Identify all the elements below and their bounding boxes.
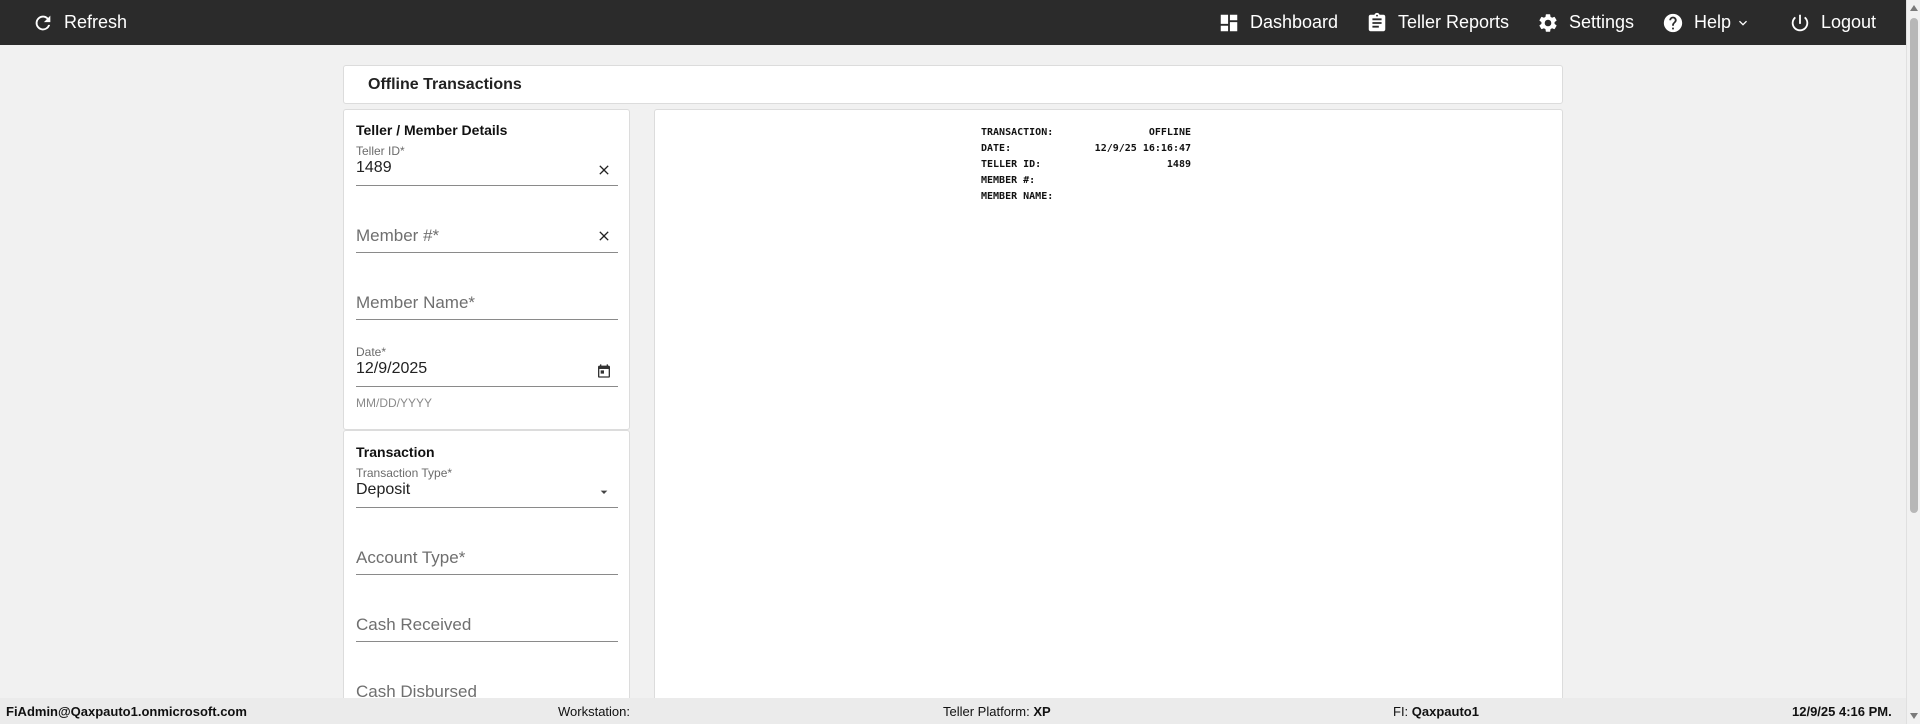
member-number-placeholder[interactable]: Member #* xyxy=(356,226,439,246)
logout-button[interactable]: Logout xyxy=(1789,0,1876,45)
teller-id-value[interactable]: 1489 xyxy=(356,159,392,177)
cash-received-placeholder[interactable]: Cash Received xyxy=(356,615,471,635)
receipt-label: MEMBER NAME: xyxy=(981,191,1054,202)
transaction-section-title: Transaction xyxy=(356,444,435,460)
member-number-field[interactable]: Member #* xyxy=(356,211,618,253)
logout-label: Logout xyxy=(1821,12,1877,32)
dashboard-label: Dashboard xyxy=(1250,12,1339,32)
account-type-select[interactable]: Account Type* xyxy=(356,533,618,575)
date-format-hint: MM/DD/YYYY xyxy=(356,396,433,410)
member-name-field[interactable]: Member Name* xyxy=(356,278,618,320)
teller-platform-info: Teller Platform: XP xyxy=(943,704,1051,719)
help-circle-icon xyxy=(1663,13,1683,32)
refresh-icon xyxy=(35,15,51,30)
chevron-down-icon xyxy=(1739,20,1748,26)
receipt-row: TRANSACTION: OFFLINE xyxy=(981,125,1191,141)
page-title-card: Offline Transactions xyxy=(343,65,1563,104)
receipt-row: DATE: 12/9/25 16:16:47 xyxy=(981,141,1191,157)
top-navigation-bar: Refresh Dashboard Teller Reports Setting… xyxy=(0,0,1920,45)
dropdown-arrow-icon[interactable] xyxy=(596,484,612,500)
scrollbar-thumb[interactable] xyxy=(1910,18,1918,513)
receipt-label: MEMBER #: xyxy=(981,175,1036,186)
date-label: Date* xyxy=(356,345,387,359)
cash-received-field[interactable]: Cash Received xyxy=(356,600,618,642)
clear-icon[interactable] xyxy=(596,228,612,244)
dashboard-icon xyxy=(1220,14,1238,31)
calendar-icon[interactable] xyxy=(596,363,612,379)
scroll-down-arrow-icon[interactable] xyxy=(1910,713,1918,719)
help-menu[interactable]: Help xyxy=(1662,0,1751,45)
receipt-label: TRANSACTION: xyxy=(981,127,1054,138)
receipt-value: OFFLINE xyxy=(1148,127,1191,138)
transaction-type-label: Transaction Type* xyxy=(356,466,453,480)
member-name-placeholder[interactable]: Member Name* xyxy=(356,293,475,313)
page-title: Offline Transactions xyxy=(368,76,522,93)
current-datetime: 12/9/25 4:16 PM. xyxy=(1792,704,1892,719)
teller-reports-label: Teller Reports xyxy=(1398,12,1510,32)
workstation-info: Workstation: xyxy=(558,704,631,719)
teller-id-label: Teller ID* xyxy=(356,144,405,158)
dashboard-link[interactable]: Dashboard xyxy=(1218,0,1338,45)
status-bar: FiAdmin@Qaxpauto1.onmicrosoft.com Workst… xyxy=(0,698,1906,724)
current-user: FiAdmin@Qaxpauto1.onmicrosoft.com xyxy=(6,704,247,719)
transaction-type-select[interactable]: Transaction Type* Deposit xyxy=(356,466,618,508)
power-icon xyxy=(1791,14,1809,31)
settings-label: Settings xyxy=(1569,12,1635,32)
receipt-row: MEMBER #: xyxy=(981,173,1191,189)
receipt-value: 1489 xyxy=(1166,159,1191,170)
receipt-row: TELLER ID: 1489 xyxy=(981,157,1191,173)
receipt-value: 12/9/25 16:16:47 xyxy=(1094,143,1191,154)
refresh-label: Refresh xyxy=(64,12,128,32)
scroll-up-arrow-icon[interactable] xyxy=(1910,5,1918,11)
clear-icon[interactable] xyxy=(596,162,612,178)
help-label: Help xyxy=(1694,12,1732,32)
account-type-placeholder[interactable]: Account Type* xyxy=(356,548,465,568)
teller-reports-link[interactable]: Teller Reports xyxy=(1366,0,1509,45)
receipt-label: DATE: xyxy=(981,143,1012,154)
receipt-label: TELLER ID: xyxy=(981,159,1042,170)
gear-icon xyxy=(1539,13,1557,32)
settings-link[interactable]: Settings xyxy=(1537,0,1634,45)
details-section-title: Teller / Member Details xyxy=(356,122,508,138)
teller-id-field[interactable]: Teller ID* 1489 xyxy=(356,144,618,186)
date-value[interactable]: 12/9/2025 xyxy=(356,360,427,378)
receipt-preview-card: TRANSACTION: OFFLINE DATE: 12/9/25 16:16… xyxy=(654,109,1563,720)
fi-info: FI: Qaxpauto1 xyxy=(1393,704,1479,719)
date-field[interactable]: Date* 12/9/2025 MM/DD/YYYY xyxy=(356,345,618,415)
receipt-row: MEMBER NAME: xyxy=(981,189,1191,205)
transaction-type-value[interactable]: Deposit xyxy=(356,481,410,499)
teller-member-details-card: Teller / Member Details Teller ID* 1489 … xyxy=(343,109,630,430)
receipt-preview: TRANSACTION: OFFLINE DATE: 12/9/25 16:16… xyxy=(981,125,1191,205)
refresh-button[interactable]: Refresh xyxy=(32,0,127,45)
transaction-card: Transaction Transaction Type* Deposit Ac… xyxy=(343,430,630,720)
page-scrollbar[interactable] xyxy=(1906,0,1920,724)
clipboard-icon xyxy=(1368,12,1386,31)
